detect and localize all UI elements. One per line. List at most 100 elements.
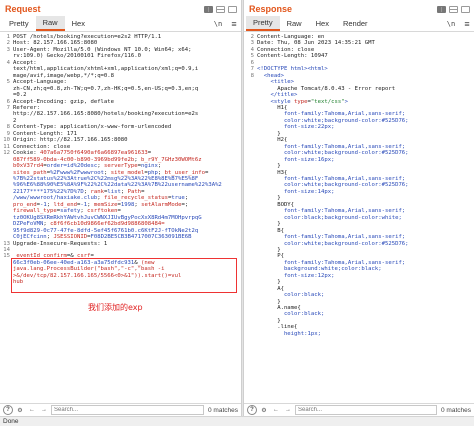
line-text: Content-Length: 10947 xyxy=(257,53,328,59)
line-text: http://82.157.166.165:8080/hotels/bookin… xyxy=(13,111,198,117)
single-pane-icon[interactable] xyxy=(228,5,237,13)
code-token: Content-Type: application/x-www-form-url… xyxy=(13,124,172,131)
response-panel: Response Pretty Raw Hex Render \n ≡ 2 Con… xyxy=(244,0,474,416)
response-tab-hex[interactable]: Hex xyxy=(309,16,336,31)
code-token: bt_user_info xyxy=(164,169,206,176)
request-tab-raw[interactable]: Raw xyxy=(35,16,65,31)
code-token: Accept-Encoding: gzip, deflate xyxy=(13,98,115,105)
code-token: = xyxy=(141,188,145,195)
code-token: b_r9Y_7GHz30WOMt6z xyxy=(141,156,202,163)
code-token: font-size:12px; xyxy=(257,272,335,279)
code-token: list xyxy=(107,188,121,195)
code-token: ; xyxy=(97,163,104,170)
request-tab-pretty[interactable]: Pretty xyxy=(2,16,36,31)
help-icon[interactable]: ? xyxy=(3,405,13,415)
code-token: mage/avif,image/webp,*/*;q=0.8 xyxy=(13,72,115,79)
request-tab-row: Pretty Raw Hex \n ≡ xyxy=(0,16,241,32)
request-tab-hex[interactable]: Hex xyxy=(65,16,92,31)
code-token: -1 xyxy=(39,201,47,208)
split-vertical-icon[interactable] xyxy=(437,5,446,13)
code-token: ; xyxy=(134,156,141,163)
code-token: file_recycle_status xyxy=(103,195,168,202)
next-match-icon[interactable]: → xyxy=(283,405,293,415)
settings-icon[interactable]: ⚙ xyxy=(259,405,269,415)
code-token: 1998 xyxy=(120,201,135,208)
code-token: Host: 82.157.166.165:8080 xyxy=(13,40,98,47)
code-token: font-family:Tahoma,Arial,sans-serif; xyxy=(257,208,406,215)
code-token: "text/css" xyxy=(310,98,345,105)
code-token: php xyxy=(147,169,158,176)
code-token: } xyxy=(257,279,281,286)
newline-toggle-icon[interactable]: \n xyxy=(442,16,460,31)
settings-icon[interactable]: ⚙ xyxy=(15,405,25,415)
code-token: nginx xyxy=(141,163,158,170)
code-token: /www/wwwroot/haxiake.club xyxy=(13,195,98,202)
code-token: } xyxy=(257,246,281,253)
code-token: font-family:Tahoma,Arial,sans-serif; xyxy=(257,143,406,150)
code-token: rank xyxy=(90,188,104,195)
code-token: Path xyxy=(127,188,142,195)
code-token: </title> xyxy=(257,92,298,99)
single-pane-icon[interactable] xyxy=(461,5,470,13)
newline-toggle-icon[interactable]: \n xyxy=(209,16,227,31)
request-menu-icon[interactable]: ≡ xyxy=(227,16,241,31)
response-tab-raw[interactable]: Raw xyxy=(280,16,309,31)
response-search-input[interactable] xyxy=(295,405,437,415)
line-text: zh-CN,zh;q=0.8,zh-TW;q=0.7,zh-HK;q=0.5,e… xyxy=(13,86,198,92)
code-token: setAlarmMode xyxy=(141,201,182,208)
code-token: ; xyxy=(120,188,128,195)
split-horizontal-icon[interactable] xyxy=(449,5,458,13)
split-vertical-icon[interactable] xyxy=(204,5,213,13)
status-bar: Done xyxy=(0,416,474,426)
code-token: <head> xyxy=(257,72,284,79)
code-token: font-family:Tahoma,Arial,sans-serif; xyxy=(257,175,406,182)
line-text: height:1px; xyxy=(257,331,321,337)
code-token: Apache Tomcat/8.0.43 - Error report xyxy=(257,85,396,92)
code-token: C0jECfcinn xyxy=(13,234,47,241)
response-menu-icon[interactable]: ≡ xyxy=(460,16,474,31)
response-tab-pretty[interactable]: Pretty xyxy=(246,16,280,31)
request-editor[interactable]: 1 POST /hotels/booking?execution=e2s2 HTT… xyxy=(0,34,241,403)
code-token: } xyxy=(257,317,281,324)
code-token: pro_end xyxy=(13,201,37,208)
code-token: = xyxy=(147,150,152,157)
prev-match-icon[interactable]: ← xyxy=(271,405,281,415)
code-token: 087ff589-0bda-4c00-b890-3969bd99fe2b xyxy=(13,156,135,163)
help-icon[interactable]: ? xyxy=(247,405,257,415)
code-token: = xyxy=(205,169,209,176)
request-tab-spacer xyxy=(92,16,209,31)
code-token: serverType xyxy=(103,163,138,170)
code-token: color:white;background-color:#525D76; xyxy=(257,150,409,157)
response-tab-render[interactable]: Render xyxy=(336,16,375,31)
prev-match-icon[interactable]: ← xyxy=(27,405,37,415)
code-token: text/html,application/xhtml+xml,applicat… xyxy=(13,66,199,73)
code-token: sites_path xyxy=(13,169,47,176)
split-horizontal-icon[interactable] xyxy=(216,5,225,13)
code-token: color:white;background-color:#525D76; xyxy=(257,240,409,247)
code-token: <style xyxy=(257,98,295,105)
code-token: 2 xyxy=(13,117,17,124)
exp-highlight-box xyxy=(11,258,237,293)
code-token: Connection: close xyxy=(13,143,71,150)
response-editor[interactable]: 2 Content-Language: en 3 Date: Thu, 08 Jun … xyxy=(244,34,474,403)
code-token: color:white;background-color:#525D76; xyxy=(257,182,409,189)
next-match-icon[interactable]: → xyxy=(39,405,49,415)
code-token: Referer: xyxy=(13,104,40,111)
request-match-count: 0 matches xyxy=(208,406,238,414)
request-search-input[interactable] xyxy=(51,405,204,415)
code-token: font-size:22px; xyxy=(257,124,335,131)
code-token: 22177****175%22%7D%7D xyxy=(13,188,84,195)
code-token: ; xyxy=(97,195,104,202)
code-token: c8f6f6cb10d9866ef62bd9d9886808484= xyxy=(50,221,165,228)
request-search-bar: ? ⚙ ← → 0 matches xyxy=(0,403,241,416)
code-token: color:black;background-color:white; xyxy=(257,214,402,221)
code-token: ; xyxy=(184,195,189,202)
code-token: font-family:Tahoma,Arial,sans-serif; xyxy=(257,259,406,266)
code-token: A.name{ xyxy=(257,305,301,312)
code-token: type xyxy=(294,98,308,105)
code-token: 407a6a7750f6490af6a66897ea961633 xyxy=(39,150,148,157)
request-layout-icons xyxy=(204,5,237,13)
code-token: color:white;background-color:#525D76; xyxy=(257,117,409,124)
response-match-count: 0 matches xyxy=(441,406,471,414)
code-token: ; xyxy=(87,201,94,208)
